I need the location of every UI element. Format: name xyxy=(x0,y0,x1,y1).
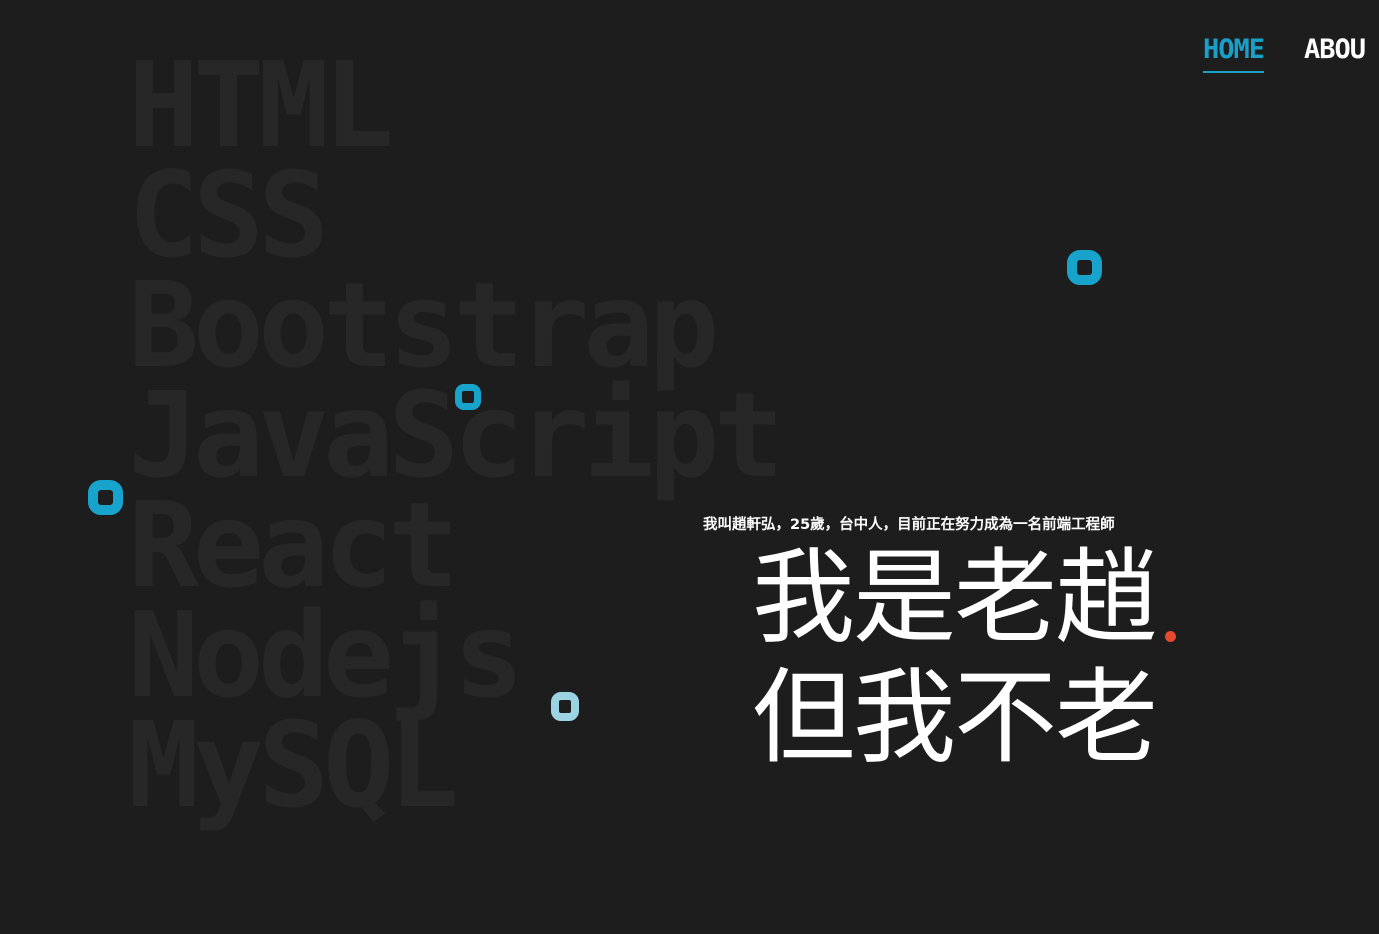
hero-title-line-2: 但我不老 xyxy=(752,658,1158,778)
background-word: React xyxy=(128,476,459,614)
accent-dot xyxy=(1165,631,1176,642)
nav-link-home[interactable]: HOME xyxy=(1203,34,1265,73)
background-word: CSS xyxy=(128,146,329,284)
decorative-ring xyxy=(551,692,579,721)
background-word: Nodejs xyxy=(128,586,524,724)
background-word: Bootstrap xyxy=(128,256,719,394)
hero-title: 我是老趙 但我不老 xyxy=(752,538,1158,778)
background-word: HTML xyxy=(128,36,394,174)
main-nav: HOME ABOU xyxy=(1203,34,1366,73)
nav-link-about[interactable]: ABOU xyxy=(1304,34,1366,73)
background-word: JavaScript xyxy=(128,366,784,504)
hero-intro: 我叫趙軒弘，25歲，台中人，目前正在努力成為一名前端工程師 xyxy=(703,517,1115,533)
decorative-ring xyxy=(455,384,481,410)
decorative-ring xyxy=(1067,250,1102,285)
decorative-ring xyxy=(88,480,123,515)
background-word: MySQL xyxy=(128,696,459,834)
background-tech-list: HTML CSS Bootstrap JavaScript React Node… xyxy=(128,36,784,834)
hero-title-line-1: 我是老趙 xyxy=(752,538,1158,658)
